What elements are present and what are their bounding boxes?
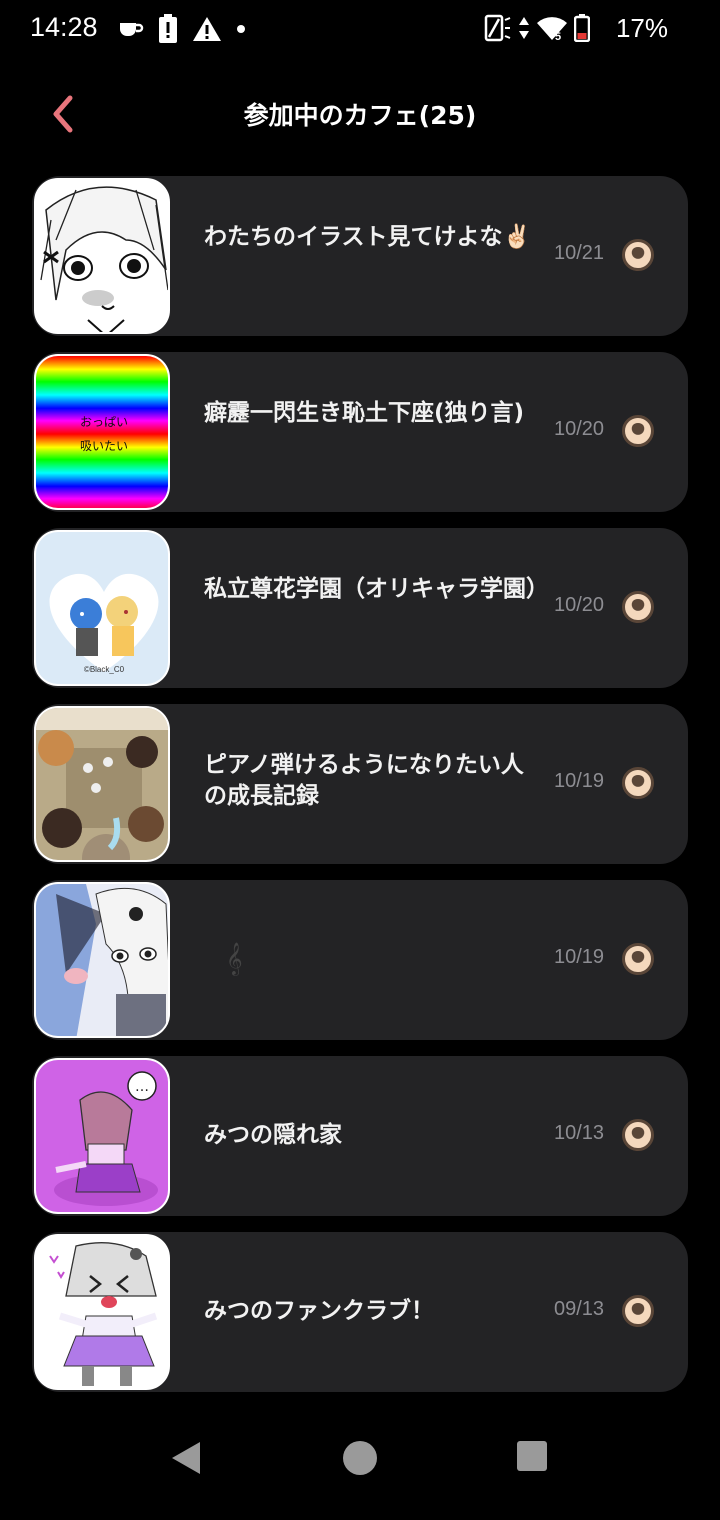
thumb-caption: …: [135, 1079, 149, 1095]
nav-recents-button[interactable]: [516, 1440, 548, 1476]
cafe-date: 10/13: [554, 1122, 605, 1144]
cafe-thumbnail: …: [34, 1058, 170, 1214]
cafe-row[interactable]: おっぱい 吸いたい 癖靂一閃生き恥土下座(独り言) 10/20: [32, 352, 688, 512]
membership-badge-icon: [622, 591, 654, 623]
thumb-caption: ©Black_C0: [84, 665, 125, 674]
membership-badge-icon: [622, 943, 654, 975]
alert-battery-icon: [159, 14, 177, 43]
cafe-name: 癖靂一閃生き恥土下座(独り言): [204, 400, 525, 426]
cafe-row[interactable]: ピアノ弾けるようになりたい人の成長記録 10/19: [32, 704, 688, 864]
cafe-thumbnail: ©Black_C0: [34, 530, 170, 686]
cafe-thumbnail: [34, 882, 170, 1038]
system-icons: 5: [484, 14, 590, 42]
svg-text:5: 5: [555, 31, 561, 41]
status-bar: 14:28 5 17%: [0, 0, 720, 60]
thumb-caption: 吸いたい: [80, 439, 128, 453]
cafe-thumbnail: [34, 706, 170, 862]
no-sim-icon: [484, 14, 511, 42]
data-arrows-icon: [519, 17, 529, 39]
dot-icon: [237, 25, 245, 33]
treble-clef-icon: 𝄞: [226, 942, 243, 975]
cafe-date: 10/21: [554, 242, 605, 264]
back-triangle-icon: [172, 1442, 200, 1474]
nav-home-button[interactable]: [342, 1440, 378, 1480]
thumb-caption: おっぱい: [80, 415, 128, 429]
cafe-thumbnail: おっぱい 吸いたい: [34, 354, 170, 510]
membership-badge-icon: [622, 1119, 654, 1151]
notification-icons: [118, 14, 246, 44]
nav-back-button[interactable]: [168, 1440, 204, 1480]
cafe-row[interactable]: みつのファンクラブ！ 09/13: [32, 1232, 688, 1392]
membership-badge-icon: [622, 1295, 654, 1327]
cafe-name: 私立尊花学園（オリキャラ学園）: [204, 576, 549, 602]
cafe-list: わたちのイラスト見てけよな✌🏻 10/21 おっぱい 吸いたい 癖靂一閃生き恥土…: [32, 176, 688, 1408]
cafe-name: みつのファンクラブ！: [204, 1298, 434, 1324]
recents-square-icon: [517, 1441, 547, 1471]
cafe-date: 09/13: [554, 1298, 605, 1320]
cafe-name: わたちのイラスト見てけよな✌🏻: [204, 224, 532, 250]
warning-icon: [193, 17, 221, 41]
battery-percent: 17%: [615, 13, 668, 43]
cafe-date: 10/20: [554, 418, 605, 440]
wifi-icon: 5: [537, 17, 567, 41]
coffee-icon: [120, 23, 144, 36]
cafe-row[interactable]: わたちのイラスト見てけよな✌🏻 10/21: [32, 176, 688, 336]
home-circle-icon: [343, 1441, 377, 1475]
battery-low-icon: [574, 14, 590, 42]
membership-badge-icon: [622, 239, 654, 271]
membership-badge-icon: [622, 415, 654, 447]
status-time: 14:28: [30, 12, 98, 42]
cafe-name: みつの隠れ家: [204, 1122, 342, 1148]
cafe-date: 10/20: [554, 594, 605, 616]
cafe-row[interactable]: … みつの隠れ家 10/13: [32, 1056, 688, 1216]
cafe-date: 10/19: [554, 946, 605, 968]
cafe-date: 10/19: [554, 770, 605, 792]
cafe-thumbnail: [34, 178, 170, 334]
cafe-row[interactable]: 𝄞 10/19: [32, 880, 688, 1040]
system-nav-bar: [0, 1410, 720, 1520]
header: 参加中のカフェ(25): [0, 80, 720, 150]
cafe-name: ピアノ弾けるようになりたい人の成長記録: [204, 752, 524, 809]
membership-badge-icon: [622, 767, 654, 799]
cafe-row[interactable]: ©Black_C0 私立尊花学園（オリキャラ学園） 10/20: [32, 528, 688, 688]
cafe-thumbnail: [34, 1234, 170, 1390]
page-title: 参加中のカフェ(25): [243, 101, 477, 130]
